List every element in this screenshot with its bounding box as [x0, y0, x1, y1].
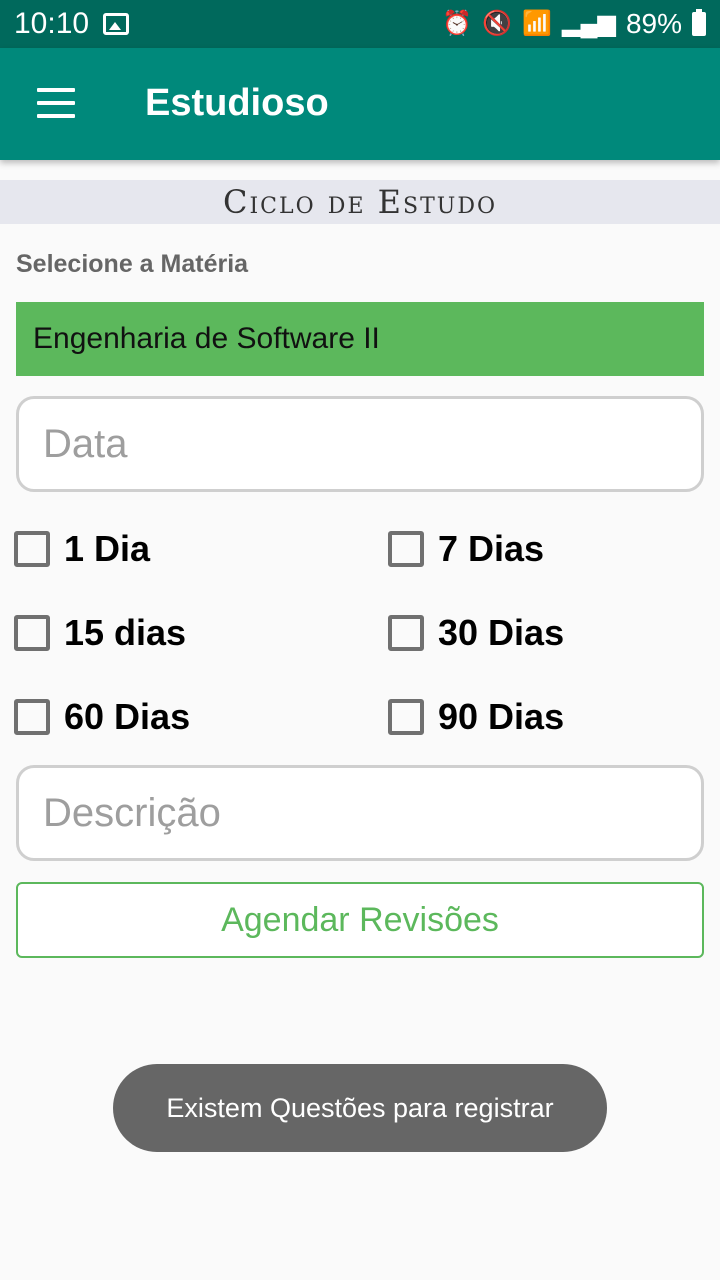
date-placeholder: Data — [43, 421, 128, 466]
checkbox-label: 1 Dia — [64, 528, 151, 569]
checkbox-label: 90 Dias — [438, 696, 565, 737]
description-placeholder: Descrição — [43, 790, 221, 835]
alarm-icon: ⏰ — [442, 10, 473, 37]
checkbox-box[interactable] — [14, 531, 50, 567]
image-icon — [103, 13, 130, 35]
section-title: Ciclo de Estudo — [0, 180, 720, 224]
checkbox-15-dias[interactable]: 15 dias — [14, 612, 186, 654]
toast-message: Existem Questões para registrar — [113, 1064, 607, 1152]
schedule-reviews-button[interactable]: Agendar Revisões — [16, 882, 704, 958]
checkbox-box[interactable] — [14, 615, 50, 651]
checkbox-label: 60 Dias — [64, 696, 191, 737]
mute-icon: 🔇 — [482, 10, 513, 37]
subject-value: Engenharia de Software II — [33, 322, 380, 355]
subject-label: Selecione a Matéria — [16, 250, 249, 278]
description-input[interactable]: Descrição — [16, 765, 704, 861]
status-time: 10:10 — [14, 7, 90, 40]
status-icons: ⏰ 🔇 📶 ▂▄▆ 89% — [442, 8, 706, 40]
checkbox-30-dias[interactable]: 30 Dias — [388, 612, 564, 654]
checkbox-1-dia[interactable]: 1 Dia — [14, 528, 150, 570]
status-bar: 10:10 ⏰ 🔇 📶 ▂▄▆ 89% — [0, 0, 720, 48]
checkbox-label: 30 Dias — [438, 612, 565, 653]
checkbox-90-dias[interactable]: 90 Dias — [388, 696, 564, 738]
subject-dropdown[interactable]: Engenharia de Software II — [16, 302, 704, 376]
checkbox-box[interactable] — [388, 531, 424, 567]
checkbox-box[interactable] — [14, 699, 50, 735]
battery-icon — [692, 9, 706, 36]
checkbox-7-dias[interactable]: 7 Dias — [388, 528, 544, 570]
battery-percent: 89% — [625, 8, 682, 39]
checkbox-60-dias[interactable]: 60 Dias — [14, 696, 190, 738]
date-input[interactable]: Data — [16, 396, 704, 492]
signal-icon: ▂▄▆ — [562, 10, 616, 37]
app-bar: Estudioso — [0, 48, 720, 160]
hamburger-menu-icon[interactable] — [37, 88, 75, 118]
checkbox-box[interactable] — [388, 699, 424, 735]
checkbox-box[interactable] — [388, 615, 424, 651]
checkbox-label: 15 dias — [64, 612, 187, 653]
app-title: Estudioso — [145, 82, 329, 124]
wifi-icon: 📶 — [522, 10, 553, 37]
checkbox-label: 7 Dias — [438, 528, 545, 569]
